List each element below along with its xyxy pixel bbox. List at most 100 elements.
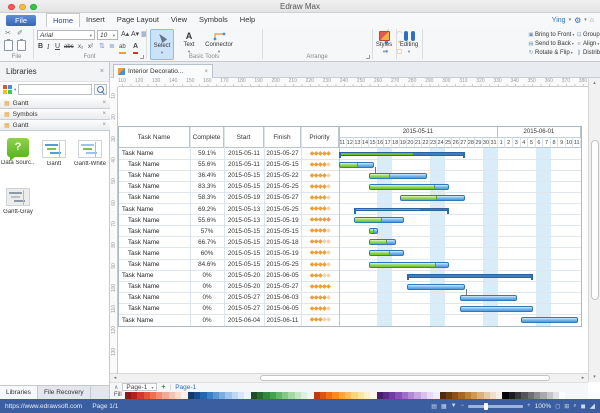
arrange-group[interactable]: ⊡Group▾ — [576, 30, 600, 39]
document-tab[interactable]: Interior Decoratio... × — [113, 64, 213, 78]
task-bar[interactable] — [460, 306, 533, 312]
scroll-right-icon[interactable]: ▸ — [578, 374, 588, 382]
task-bar[interactable] — [369, 173, 426, 179]
fit-width-icon[interactable]: ⊞ — [564, 403, 569, 410]
library-section-gantt-0[interactable]: ▦Gantt× — [0, 98, 110, 109]
increase-font-icon[interactable]: A▴ — [121, 30, 129, 40]
strikethrough-button[interactable]: abc — [64, 42, 74, 52]
font-color-icon[interactable]: A — [133, 42, 138, 54]
editing-button[interactable]: Editing ▾ — [397, 29, 421, 60]
paste-icon[interactable] — [4, 40, 13, 51]
underline-button[interactable]: U — [55, 42, 60, 52]
user-name[interactable]: Ying — [552, 17, 566, 24]
arrange-rotate-flip[interactable]: ↻Rotate & Flip▾ — [528, 48, 576, 57]
status-url[interactable]: https://www.edrawsoft.com — [5, 403, 82, 410]
user-caret-icon[interactable]: ▾ — [569, 17, 572, 23]
gear-caret-icon[interactable]: ▾ — [584, 17, 587, 23]
arrange-distribute[interactable]: ∥Distribute▾ — [576, 48, 600, 57]
arrange-send-to-back[interactable]: ▤Send to Back▾ — [528, 39, 576, 48]
task-bar[interactable] — [460, 295, 517, 301]
gear-icon[interactable]: ⚙ — [574, 16, 581, 25]
menu-tab-page-layout[interactable]: Page Layout — [111, 13, 165, 27]
zoom-slider[interactable] — [468, 405, 523, 408]
fit-page-icon[interactable]: ◻ — [555, 403, 560, 410]
bold-button[interactable]: B — [38, 42, 43, 52]
gantt-chart[interactable]: Task NameCompleteStartFinishPriority2015… — [118, 126, 582, 327]
view-caret-icon[interactable]: ▼ — [451, 403, 457, 409]
search-button[interactable] — [94, 84, 107, 95]
close-icon[interactable]: × — [204, 69, 208, 75]
search-input[interactable] — [18, 84, 92, 95]
page-selector[interactable]: Page-1 ▾ — [122, 383, 157, 391]
font-dialog-launcher-icon[interactable] — [140, 55, 144, 59]
close-icon[interactable]: × — [102, 111, 106, 117]
close-icon[interactable]: × — [102, 122, 106, 128]
summary-bar[interactable] — [407, 274, 533, 278]
scroll-up-icon[interactable]: ▴ — [589, 78, 600, 88]
task-bar[interactable] — [369, 228, 378, 234]
superscript-button[interactable]: x² — [88, 42, 93, 52]
arrange-dialog-launcher-icon[interactable] — [366, 55, 370, 59]
summary-bar[interactable] — [354, 208, 449, 212]
horizontal-scroll-thumb[interactable] — [260, 375, 550, 381]
view-normal-icon[interactable]: ▤ — [431, 403, 437, 410]
file-menu-button[interactable]: File — [6, 15, 36, 26]
library-item-gantt-white[interactable]: Gantt-White — [72, 135, 108, 183]
font-family-select[interactable]: Arial▾ — [37, 30, 95, 40]
fullscreen-icon[interactable]: ◼ — [581, 403, 586, 410]
library-item-data-sourc[interactable]: ?Data Sourc... — [0, 135, 36, 183]
vertical-scroll-thumb[interactable] — [591, 140, 599, 300]
library-section-symbols-1[interactable]: ▦Symbols× — [0, 109, 110, 120]
task-bar[interactable] — [407, 284, 464, 290]
menu-tab-help[interactable]: Help — [234, 13, 261, 27]
bullet-list-icon[interactable]: ≣ — [109, 42, 115, 52]
zoom-out-icon[interactable]: − — [461, 403, 465, 409]
drawing-canvas[interactable]: Task NameCompleteStartFinishPriority2015… — [118, 87, 588, 373]
menu-tab-home[interactable]: Home — [46, 13, 80, 27]
subscript-button[interactable]: x₂ — [78, 42, 83, 52]
task-bar[interactable] — [369, 239, 396, 245]
zoom-in-icon[interactable]: + — [527, 403, 531, 409]
task-bar[interactable] — [521, 317, 578, 323]
horizontal-scrollbar[interactable]: ◂ ▸ — [110, 373, 588, 382]
line-spacing-icon[interactable]: ⇅ — [99, 42, 105, 52]
view-grid-icon[interactable]: ▦ — [441, 403, 447, 410]
task-bar[interactable] — [354, 217, 404, 223]
library-picker-icon[interactable] — [3, 85, 12, 94]
scroll-down-icon[interactable]: ▾ — [589, 372, 600, 382]
fill-swatch[interactable] — [559, 392, 565, 399]
styles-button[interactable]: Styles ▾ — [372, 29, 396, 60]
task-bar[interactable] — [369, 262, 449, 268]
close-icon[interactable]: × — [100, 62, 104, 82]
paste-special-icon[interactable] — [17, 40, 26, 51]
magnifier-icon[interactable]: ⌕ — [573, 403, 576, 410]
menu-tab-view[interactable]: View — [165, 13, 193, 27]
panel-tab-libraries[interactable]: Libraries — [0, 386, 38, 399]
scroll-left-icon[interactable]: ◂ — [110, 374, 120, 382]
task-bar[interactable] — [339, 162, 374, 168]
cut-icon[interactable]: ✂ — [5, 29, 11, 37]
library-item-gantt-gray[interactable]: Gantt-Gray — [0, 183, 36, 231]
decrease-font-icon[interactable]: A▾ — [131, 30, 139, 40]
close-icon[interactable]: × — [102, 100, 106, 106]
collapse-icon[interactable]: ∧ — [114, 384, 118, 391]
library-item-gantt[interactable]: Gantt — [36, 135, 72, 183]
library-section-gantt-2[interactable]: ▦Gantt× — [0, 120, 110, 131]
format-painter-icon[interactable]: ✐ — [17, 29, 23, 37]
page-tab-page-1[interactable]: Page-1 — [175, 384, 196, 391]
highlight-icon[interactable]: ab — [119, 42, 126, 54]
add-page-button[interactable]: + — [161, 384, 165, 391]
zoom-slider-thumb[interactable] — [484, 403, 488, 410]
task-bar[interactable] — [400, 195, 465, 201]
summary-bar[interactable] — [339, 152, 465, 156]
vertical-scrollbar[interactable]: ▴ ▾ — [588, 78, 600, 382]
task-bar[interactable] — [369, 184, 449, 190]
font-size-select[interactable]: 10▾ — [97, 30, 118, 40]
menu-tab-insert[interactable]: Insert — [80, 13, 111, 27]
panel-tab-file-recovery[interactable]: File Recovery — [38, 386, 91, 399]
home-icon[interactable]: ⌂ — [590, 17, 594, 24]
caret-down-icon[interactable]: ▾ — [14, 87, 16, 93]
arrange-align[interactable]: ≡Align▾ — [576, 39, 600, 48]
zoom-level[interactable]: 100% — [535, 403, 552, 410]
task-bar[interactable] — [369, 250, 404, 256]
